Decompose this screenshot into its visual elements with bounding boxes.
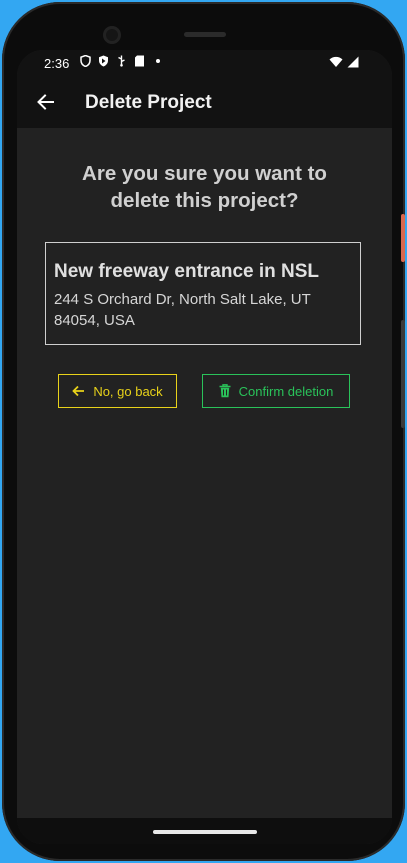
trash-icon: [219, 384, 231, 398]
phone-frame: 2:36 Delete Project Are you sure you wan…: [2, 2, 405, 861]
usb-icon: [116, 55, 127, 67]
power-button: [401, 214, 405, 262]
play-protect-icon: [98, 55, 109, 67]
confirm-deletion-button[interactable]: Confirm deletion: [202, 374, 350, 408]
wifi-icon: [329, 56, 343, 71]
arrow-left-icon: [37, 94, 54, 110]
arrow-left-icon: [72, 385, 85, 397]
status-time: 2:36: [44, 56, 70, 71]
no-go-back-label: No, go back: [93, 383, 163, 399]
cell-signal-icon: [347, 56, 359, 71]
earpiece-speaker: [184, 32, 226, 37]
project-name: New freeway entrance in NSL: [54, 261, 320, 282]
project-address: 244 S Orchard Dr, North Salt Lake, UT 84…: [54, 291, 311, 329]
back-arrow-button[interactable]: [33, 89, 59, 115]
front-camera: [103, 26, 121, 44]
app-bar: Delete Project: [17, 78, 392, 128]
confirm-deletion-label: Confirm deletion: [238, 383, 334, 399]
status-notification-icons: [80, 55, 163, 67]
status-bar: 2:36: [17, 50, 392, 78]
status-system-icons: [329, 56, 359, 71]
page-title: Delete Project: [85, 92, 212, 113]
more-notifications-dot-icon: [152, 55, 163, 67]
no-go-back-button[interactable]: No, go back: [58, 374, 177, 408]
volume-rocker: [401, 320, 405, 428]
project-card: New freeway entrance in NSL 244 S Orchar…: [45, 242, 361, 345]
shield-icon: [80, 55, 91, 67]
sd-card-icon: [134, 55, 145, 67]
screen: 2:36 Delete Project Are you sure you wan…: [17, 50, 392, 844]
home-gesture-handle[interactable]: [153, 830, 257, 834]
confirmation-question: Are you sure you want to delete this pro…: [82, 162, 327, 212]
